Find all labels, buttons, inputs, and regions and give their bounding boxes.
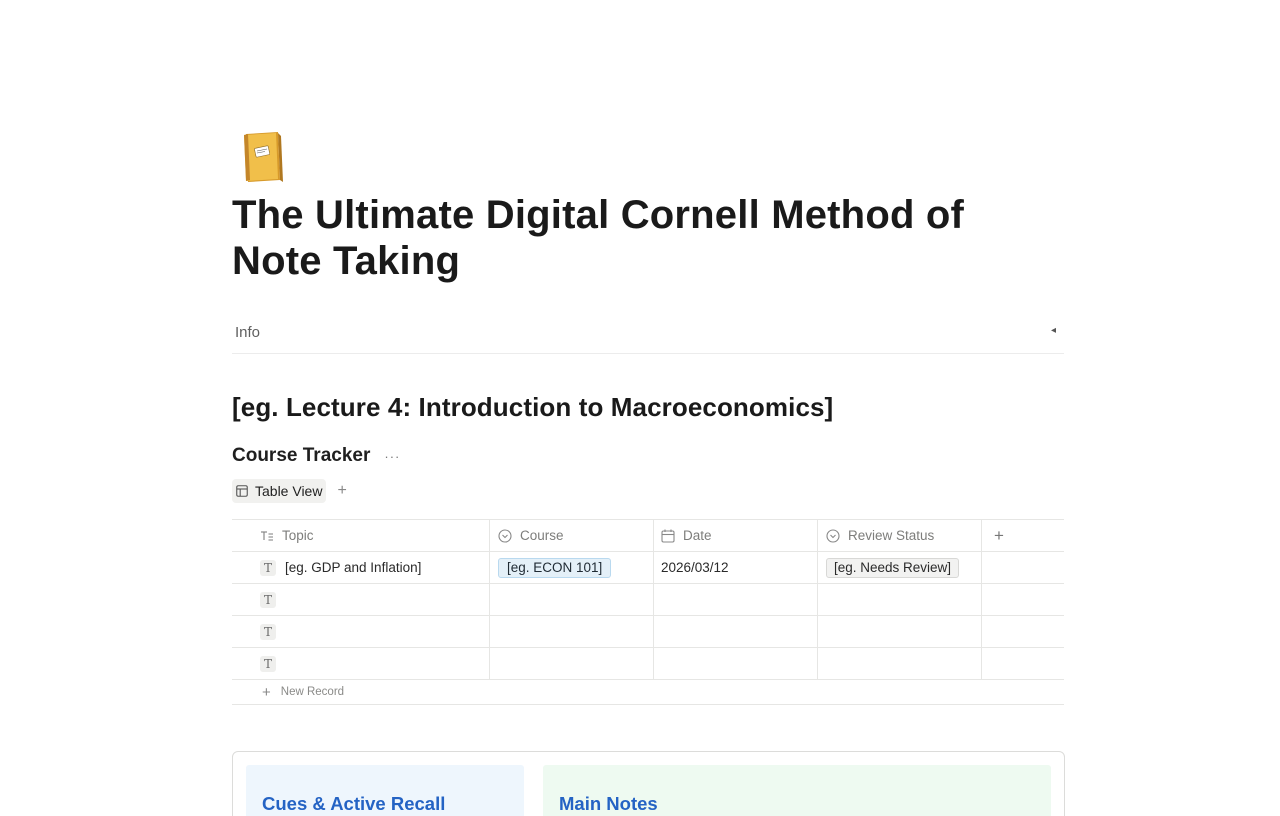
table-row[interactable]: T bbox=[232, 615, 1064, 647]
book-icon[interactable] bbox=[238, 130, 284, 184]
new-record-button[interactable]: + New Record bbox=[232, 679, 1064, 705]
more-options-icon[interactable]: ··· bbox=[384, 449, 400, 464]
view-tabs: Table View + bbox=[232, 478, 347, 504]
cues-title: Cues & Active Recall bbox=[262, 793, 446, 814]
topic-value: [eg. GDP and Inflation] bbox=[285, 560, 422, 575]
date-value: 2026/03/12 bbox=[661, 560, 729, 575]
text-type-icon: T bbox=[260, 656, 276, 672]
collapse-triangle-icon[interactable]: ◂ bbox=[1051, 325, 1056, 336]
date-cell[interactable] bbox=[654, 648, 818, 679]
date-cell[interactable]: 2026/03/12 bbox=[654, 552, 818, 583]
text-lines-icon bbox=[261, 530, 273, 541]
course-cell[interactable] bbox=[490, 584, 654, 615]
plus-icon: + bbox=[262, 683, 271, 701]
status-cell[interactable] bbox=[818, 584, 982, 615]
database-title[interactable]: Course Tracker bbox=[232, 445, 370, 467]
select-circle-icon bbox=[498, 528, 512, 543]
plus-icon: + bbox=[994, 525, 1004, 545]
cues-panel[interactable]: Cues & Active Recall bbox=[246, 765, 524, 816]
text-type-icon: T bbox=[260, 560, 276, 576]
main-notes-title: Main Notes bbox=[559, 793, 658, 814]
column-header-date[interactable]: Date bbox=[654, 520, 818, 551]
column-header-review-status[interactable]: Review Status bbox=[818, 520, 982, 551]
empty-cell bbox=[982, 584, 1064, 615]
add-column-button[interactable]: + bbox=[982, 520, 1064, 551]
info-label: Info bbox=[235, 324, 261, 341]
table-row[interactable]: T bbox=[232, 583, 1064, 615]
date-cell[interactable] bbox=[654, 584, 818, 615]
column-label: Topic bbox=[282, 528, 314, 543]
table-row[interactable]: T [eg. GDP and Inflation] [eg. ECON 101]… bbox=[232, 551, 1064, 583]
column-header-course[interactable]: Course bbox=[490, 520, 654, 551]
topic-cell[interactable]: T [eg. GDP and Inflation] bbox=[232, 552, 490, 583]
empty-cell bbox=[982, 616, 1064, 647]
topic-cell[interactable]: T bbox=[232, 648, 490, 679]
cornell-notes-container: Cues & Active Recall Main Notes bbox=[232, 751, 1065, 816]
course-cell[interactable] bbox=[490, 648, 654, 679]
column-label: Review Status bbox=[848, 528, 935, 543]
add-view-icon[interactable]: + bbox=[337, 482, 346, 500]
text-type-icon: T bbox=[260, 592, 276, 608]
empty-cell bbox=[982, 648, 1064, 679]
column-label: Course bbox=[520, 528, 564, 543]
new-record-label: New Record bbox=[280, 686, 345, 698]
text-type-icon: T bbox=[260, 624, 276, 640]
table-row[interactable]: T bbox=[232, 647, 1064, 679]
lecture-heading[interactable]: [eg. Lecture 4: Introduction to Macroeco… bbox=[232, 392, 833, 423]
status-cell[interactable] bbox=[818, 616, 982, 647]
course-tracker-table: Topic Course Date Review Status + T [eg.… bbox=[232, 519, 1064, 705]
status-cell[interactable]: [eg. Needs Review] bbox=[818, 552, 982, 583]
status-cell[interactable] bbox=[818, 648, 982, 679]
topic-cell[interactable]: T bbox=[232, 584, 490, 615]
main-notes-panel[interactable]: Main Notes bbox=[543, 765, 1051, 816]
status-tag: [eg. Needs Review] bbox=[826, 557, 960, 578]
table-header-row: Topic Course Date Review Status + bbox=[232, 519, 1064, 551]
info-toggle-row[interactable]: Info ◂ bbox=[232, 314, 1064, 354]
date-cell[interactable] bbox=[654, 616, 818, 647]
tab-label: Table View bbox=[255, 483, 323, 499]
course-tag: [eg. ECON 101] bbox=[498, 557, 612, 578]
tab-table-view[interactable]: Table View bbox=[232, 479, 327, 503]
calendar-icon bbox=[661, 529, 675, 543]
column-header-topic[interactable]: Topic bbox=[232, 520, 490, 551]
table-icon bbox=[236, 485, 248, 497]
course-cell[interactable]: [eg. ECON 101] bbox=[490, 552, 654, 583]
topic-cell[interactable]: T bbox=[232, 616, 490, 647]
empty-cell bbox=[982, 552, 1064, 583]
page-title[interactable]: The Ultimate Digital Cornell Method of N… bbox=[232, 192, 1064, 284]
course-cell[interactable] bbox=[490, 616, 654, 647]
database-header: Course Tracker ··· bbox=[232, 444, 400, 468]
column-label: Date bbox=[683, 528, 712, 543]
select-circle-icon bbox=[826, 528, 840, 543]
